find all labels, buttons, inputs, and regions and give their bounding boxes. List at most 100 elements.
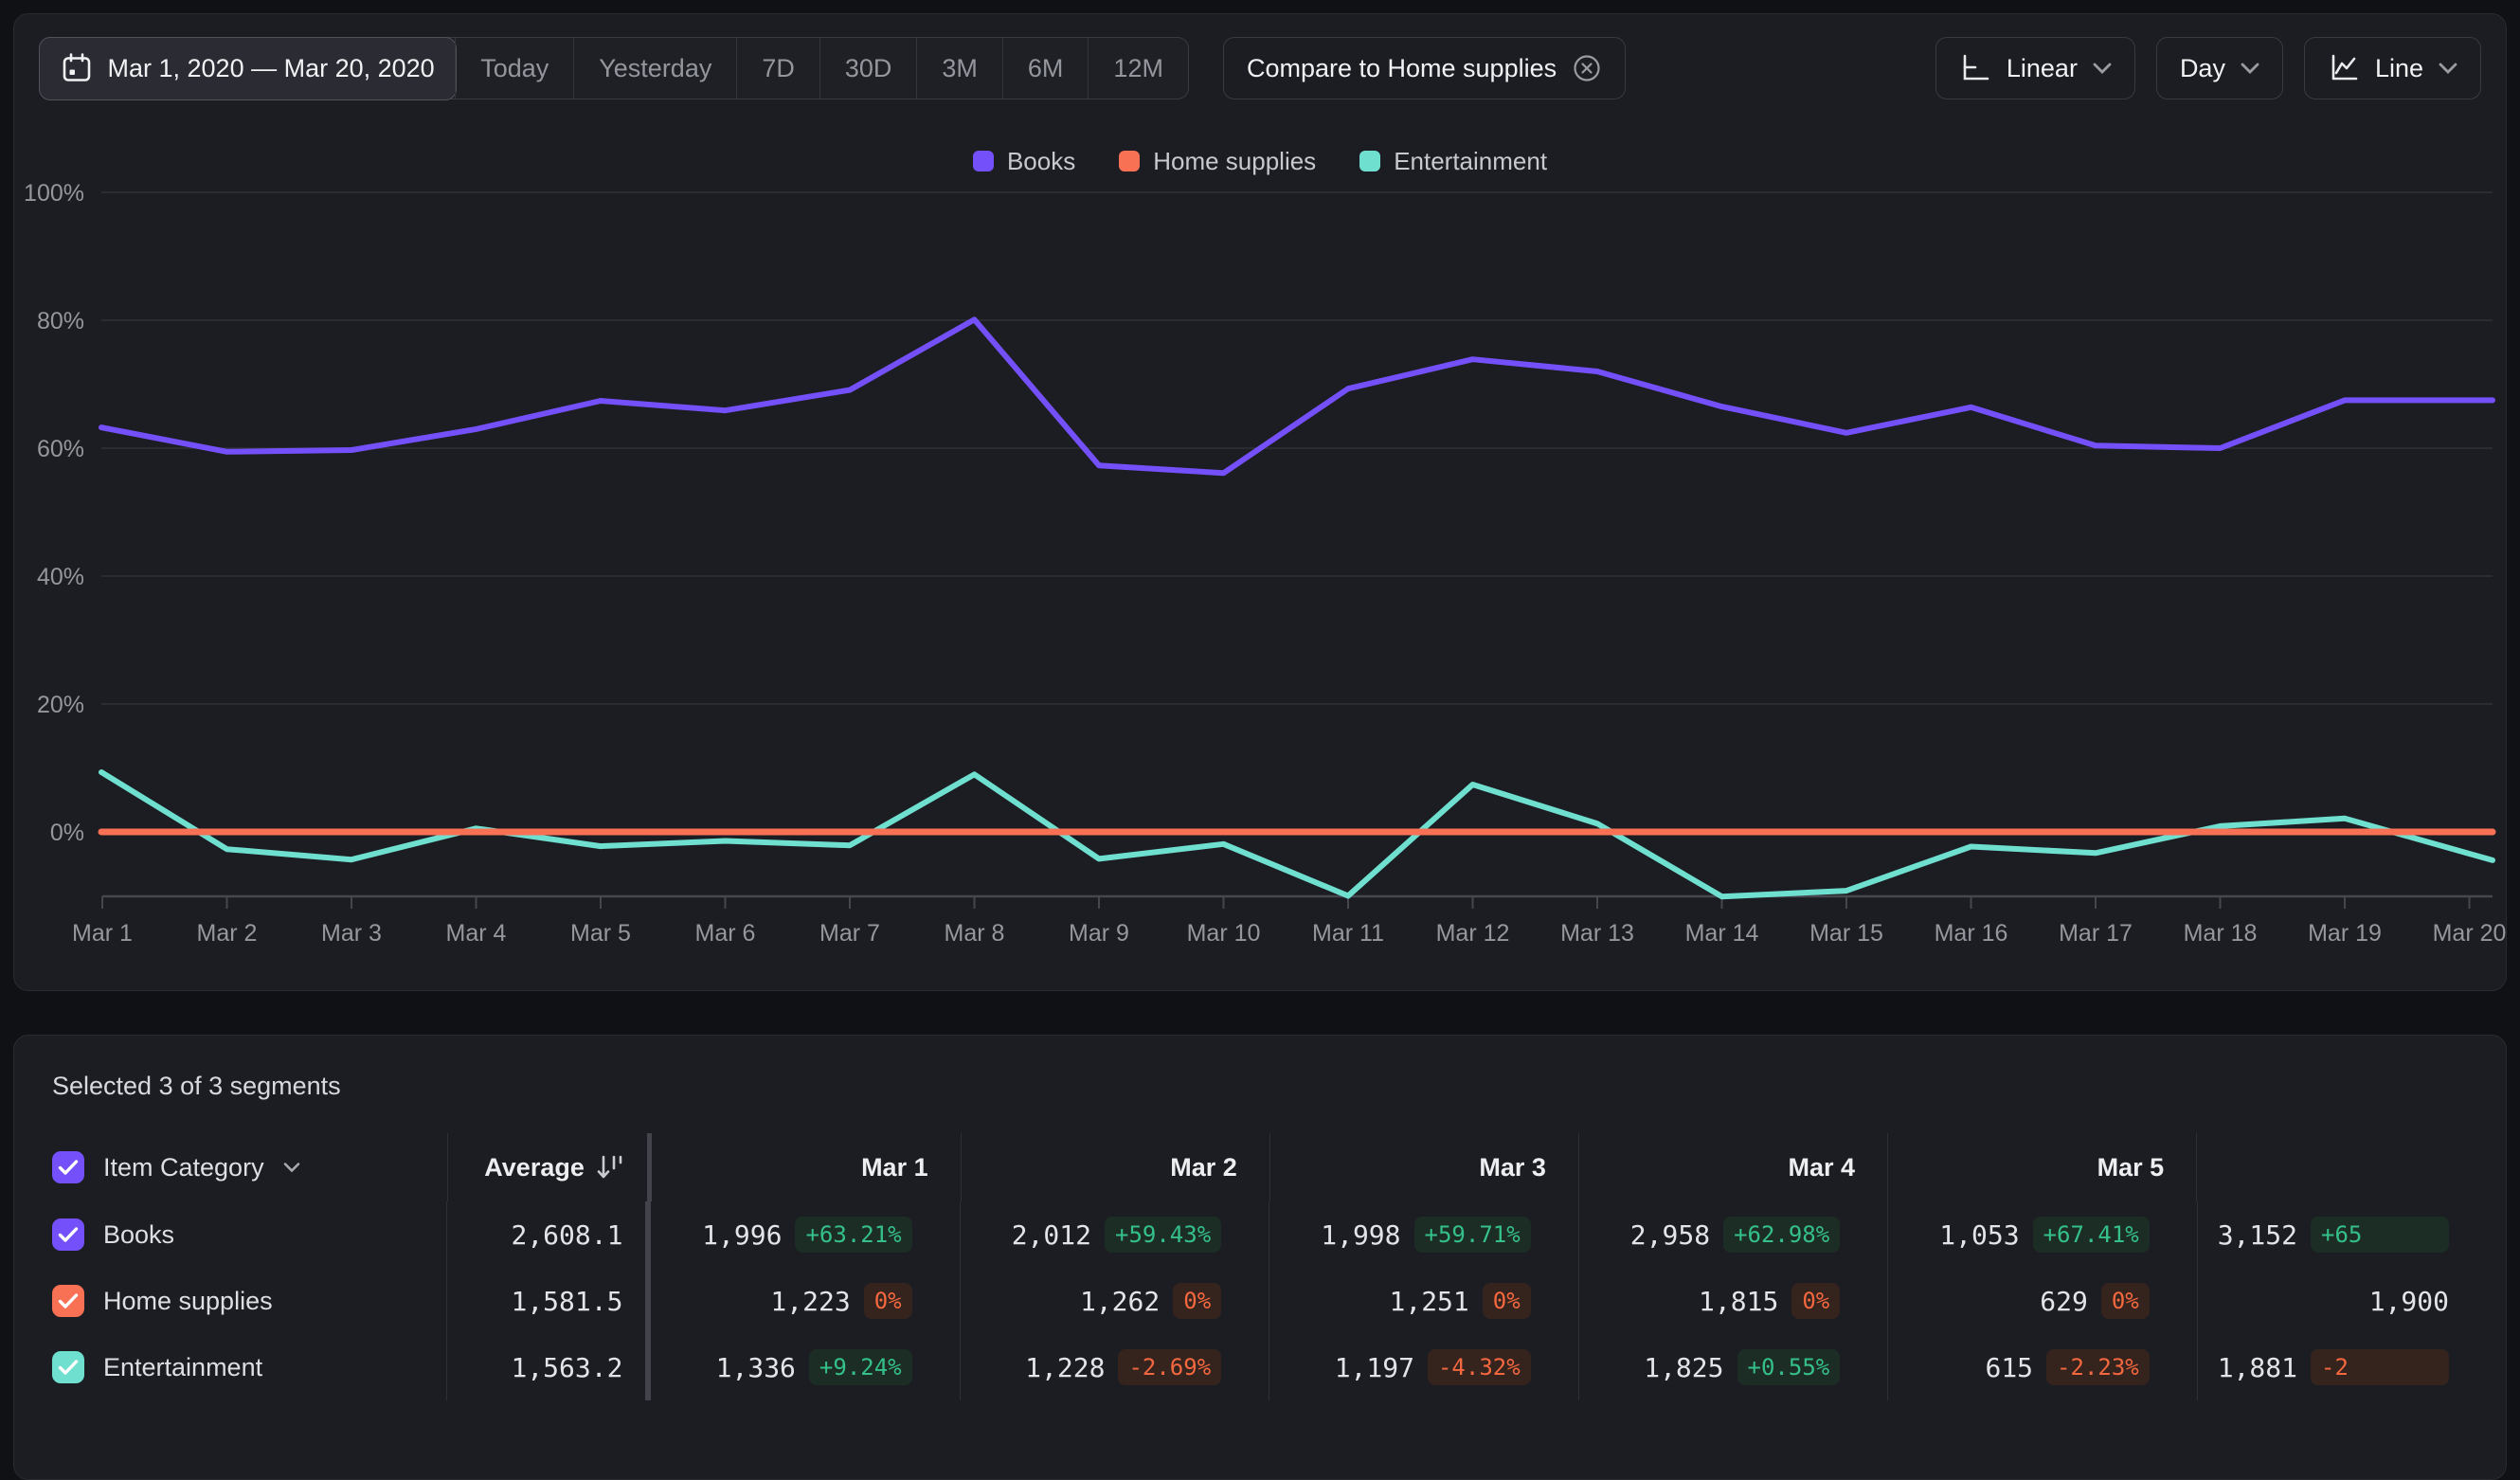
delta-badge: +0.55%: [1737, 1349, 1841, 1385]
delta-badge: 0%: [1173, 1283, 1221, 1319]
svg-text:Mar 13: Mar 13: [1560, 920, 1634, 947]
svg-text:Mar 9: Mar 9: [1069, 920, 1129, 947]
svg-text:Mar 12: Mar 12: [1436, 920, 1510, 947]
segment-label: Home supplies: [103, 1287, 273, 1316]
day-cell-clipped: 1,881-2: [2198, 1334, 2506, 1400]
day-value: 1,996: [702, 1219, 782, 1251]
svg-text:Mar 16: Mar 16: [1935, 920, 2008, 947]
linear-axis-icon: [1959, 52, 1991, 84]
day-value: 1,825: [1644, 1352, 1723, 1383]
average-header-cell[interactable]: Average: [448, 1133, 647, 1201]
granularity-dropdown[interactable]: Day: [2156, 37, 2283, 99]
segment-checkbox[interactable]: [52, 1151, 84, 1183]
day-cell: 1,825 +0.55%: [1579, 1334, 1889, 1400]
segment-checkbox[interactable]: [52, 1351, 84, 1383]
chart-toolbar: Mar 1, 2020 — Mar 20, 2020 TodayYesterda…: [39, 37, 2481, 99]
segment-checkbox[interactable]: [52, 1285, 84, 1317]
toolbar-right: Linear Day Line: [1935, 37, 2481, 99]
svg-text:80%: 80%: [37, 308, 84, 334]
preset-6m[interactable]: 6M: [1002, 38, 1089, 99]
legend-item[interactable]: Books: [973, 147, 1075, 176]
average-cell: 1,581.5: [447, 1268, 646, 1334]
legend-item[interactable]: Entertainment: [1359, 147, 1547, 176]
delta-badge: +62.98%: [1723, 1217, 1840, 1253]
chart-card: Mar 1, 2020 — Mar 20, 2020 TodayYesterda…: [13, 13, 2507, 991]
line-chart-icon: [2328, 52, 2360, 84]
date-range-button[interactable]: Mar 1, 2020 — Mar 20, 2020: [39, 37, 457, 100]
remove-compare-icon[interactable]: [1572, 53, 1602, 83]
day-header-cell: Mar 3: [1270, 1133, 1579, 1201]
compare-button[interactable]: Compare to Home supplies: [1223, 37, 1626, 99]
preset-today[interactable]: Today: [455, 38, 573, 99]
day-header-cell: Mar 5: [1888, 1133, 2197, 1201]
day-value: 1,815: [1699, 1286, 1778, 1317]
svg-text:Mar 7: Mar 7: [819, 920, 880, 947]
preset-7d[interactable]: 7D: [736, 38, 819, 99]
svg-text:Mar 19: Mar 19: [2308, 920, 2382, 947]
day-cell: 615 -2.23%: [1888, 1334, 2198, 1400]
table-row-books: Books2,608.11,996+63.21%2,012+59.43%1,99…: [14, 1201, 2506, 1268]
day-header-label: Mar 4: [1788, 1153, 1855, 1182]
legend-swatch: [1119, 151, 1140, 171]
svg-text:Mar 4: Mar 4: [446, 920, 507, 947]
svg-text:Mar 17: Mar 17: [2059, 920, 2133, 947]
preset-3m[interactable]: 3M: [916, 38, 1002, 99]
day-header-cell-clipped: [2197, 1133, 2506, 1201]
chart-legend: Books Home supplies Entertainment: [14, 147, 2506, 175]
day-cell: 2,958 +62.98%: [1579, 1201, 1889, 1268]
delta-badge: +65: [2311, 1217, 2449, 1253]
chart-type-label: Line: [2375, 54, 2423, 83]
sort-descending-icon: [596, 1154, 624, 1181]
series-line-books: [101, 319, 2493, 473]
chevron-down-icon: [2439, 62, 2457, 75]
day-cell: 1,2230%: [651, 1268, 961, 1334]
legend-swatch: [1359, 151, 1380, 171]
day-header-label: Mar 5: [2097, 1153, 2165, 1182]
average-value: 1,581.5: [511, 1286, 622, 1317]
day-cell: 1,197-4.32%: [1269, 1334, 1579, 1400]
day-header-cell: Mar 1: [652, 1133, 961, 1201]
day-value: 2,958: [1630, 1219, 1710, 1251]
delta-badge: +9.24%: [809, 1349, 912, 1385]
segment-cell[interactable]: Entertainment: [14, 1334, 447, 1400]
delta-badge: 0%: [1483, 1283, 1531, 1319]
day-value: 1,053: [1939, 1219, 2019, 1251]
day-cell: 1,053 +67.41%: [1888, 1201, 2198, 1268]
day-cell-clipped: 3,152+65: [2198, 1201, 2506, 1268]
category-header-cell[interactable]: Item Category: [14, 1133, 448, 1201]
day-header-cell: Mar 2: [962, 1133, 1270, 1201]
compare-label: Compare to Home supplies: [1247, 54, 1557, 83]
delta-badge: +63.21%: [795, 1217, 911, 1253]
svg-text:100%: 100%: [24, 180, 84, 207]
segment-checkbox[interactable]: [52, 1218, 84, 1251]
chevron-down-icon: [2093, 62, 2112, 75]
day-value: 1,998: [1321, 1219, 1400, 1251]
day-value: 1,228: [1025, 1352, 1105, 1383]
granularity-label: Day: [2180, 54, 2225, 83]
day-value: 1,881: [2218, 1352, 2297, 1383]
chart-type-dropdown[interactable]: Line: [2304, 37, 2481, 99]
segment-cell[interactable]: Books: [14, 1201, 447, 1268]
table-header-row: Item CategoryAverageMar 1Mar 2Mar 3 Mar 4…: [14, 1133, 2506, 1201]
segment-label: Books: [103, 1220, 174, 1250]
legend-item[interactable]: Home supplies: [1119, 147, 1316, 176]
preset-12m[interactable]: 12M: [1088, 38, 1188, 99]
chevron-down-icon: [2241, 62, 2259, 75]
segment-cell[interactable]: Home supplies: [14, 1268, 447, 1334]
day-cell: 1,2620%: [961, 1268, 1270, 1334]
segments-table-card: Selected 3 of 3 segments Item CategoryAv…: [13, 1035, 2507, 1480]
day-cell: 6290%: [1888, 1268, 2198, 1334]
preset-30d[interactable]: 30D: [819, 38, 917, 99]
svg-text:0%: 0%: [50, 820, 84, 846]
delta-badge: +67.41%: [2033, 1217, 2150, 1253]
svg-text:Mar 10: Mar 10: [1187, 920, 1261, 947]
delta-badge: -2.23%: [2046, 1349, 2150, 1385]
average-cell: 2,608.1: [447, 1201, 646, 1268]
day-value: 615: [1985, 1352, 2033, 1383]
scale-dropdown[interactable]: Linear: [1935, 37, 2135, 99]
line-chart[interactable]: 0%20%40%60%80%100%Mar 1Mar 2Mar 3Mar 4Ma…: [14, 175, 2507, 981]
scale-label: Linear: [2007, 54, 2078, 83]
preset-yesterday[interactable]: Yesterday: [573, 38, 736, 99]
date-range-control: Mar 1, 2020 — Mar 20, 2020 TodayYesterda…: [39, 37, 1189, 99]
delta-badge: -4.32%: [1428, 1349, 1531, 1385]
